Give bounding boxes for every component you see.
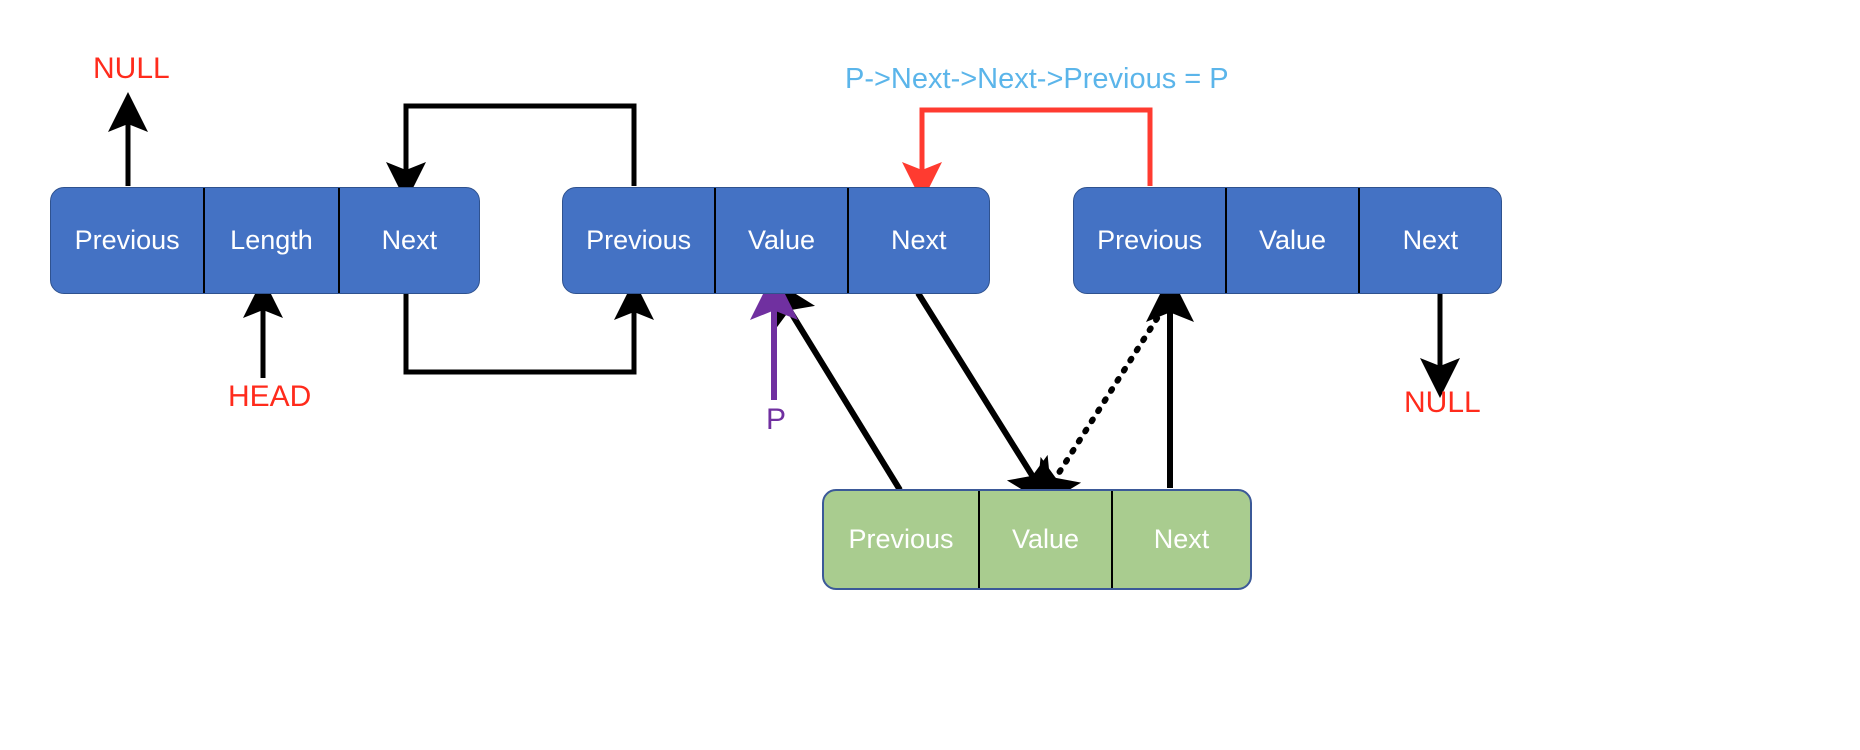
label-head: HEAD	[228, 380, 312, 413]
node-b-cell-previous: Previous	[1074, 188, 1225, 293]
arrow-expression-red-connector	[902, 107, 1153, 202]
node-a-cell-value-label: Value	[747, 225, 815, 255]
arrow-node-b-previous-to-new-node-dotted	[1035, 295, 1173, 511]
node-a-cell-next-label: Next	[891, 225, 947, 255]
node-a-cell-previous-label: Previous	[586, 225, 692, 255]
header-cell-previous: Previous	[51, 188, 203, 293]
node-a-cell-next: Next	[846, 188, 989, 293]
arrow-node-a-previous-to-header-next	[386, 103, 637, 202]
label-null-top-left: NULL	[93, 52, 170, 85]
header-cell-next-label: Next	[381, 225, 438, 255]
node-b-cell-next-label: Next	[1402, 225, 1459, 255]
node-b-cell-value: Value	[1225, 188, 1357, 293]
new-node-cell-previous: Previous	[824, 491, 978, 588]
arrow-header-next-to-node-a-previous	[403, 280, 654, 375]
header-cell-length-label: Length	[230, 225, 313, 255]
header-cell-length: Length	[203, 188, 337, 293]
new-node-cell-next-label: Next	[1153, 524, 1210, 554]
diagram-canvas: Previous Length Next Previous Value Next…	[0, 0, 1860, 750]
new-node-cell-next: Next	[1111, 491, 1250, 588]
new-node: Previous Value Next	[822, 489, 1252, 590]
arrow-node-a-next-to-new-node	[915, 291, 1053, 509]
list-node-b: Previous Value Next	[1073, 187, 1502, 294]
new-node-cell-value: Value	[978, 491, 1111, 588]
node-b-cell-previous-label: Previous	[1097, 225, 1203, 255]
node-b-cell-next: Next	[1357, 188, 1501, 293]
label-pointer-p: P	[766, 403, 787, 436]
list-node-a: Previous Value Next	[562, 187, 990, 294]
node-a-cell-value: Value	[714, 188, 846, 293]
node-b-cell-value-label: Value	[1258, 225, 1326, 255]
new-node-cell-value-label: Value	[1011, 524, 1080, 554]
header-node: Previous Length Next	[50, 187, 480, 294]
label-null-bottom-right: NULL	[1404, 386, 1481, 419]
connector-layer	[108, 92, 1460, 511]
new-node-cell-previous-label: Previous	[848, 524, 954, 554]
header-cell-next: Next	[337, 188, 479, 293]
arrow-new-node-previous-to-node-a	[769, 277, 903, 492]
header-cell-previous-label: Previous	[74, 225, 180, 255]
node-a-cell-previous: Previous	[563, 188, 714, 293]
label-expression: P->Next->Next->Previous = P	[845, 63, 1229, 95]
